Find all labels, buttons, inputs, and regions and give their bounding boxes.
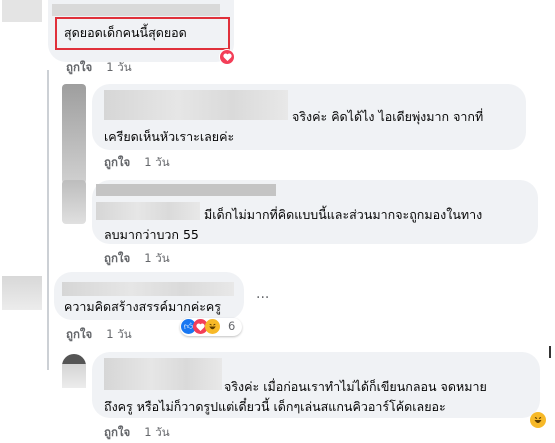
timestamp[interactable]: 1 วัน — [106, 60, 131, 74]
commenter-name[interactable] — [62, 282, 234, 296]
love-reaction-icon[interactable] — [219, 49, 235, 65]
thread-line — [47, 70, 49, 370]
commenter-name-sub — [96, 202, 200, 220]
comment-meta: ถูกใจ 1 วัน — [104, 250, 170, 268]
comment-text: ความคิดสร้างสรรค์มากค่ะครู — [64, 299, 221, 314]
avatar[interactable] — [62, 84, 86, 184]
commenter-name[interactable] — [104, 358, 222, 390]
avatar[interactable] — [2, 276, 42, 310]
avatar[interactable] — [2, 0, 42, 22]
comment-text-line: มีเด็กไม่มากที่คิดแบบนี้และส่วนมากจะถูกม… — [204, 207, 483, 222]
comment-meta: ถูกใจ 1 วัน — [104, 424, 170, 442]
reaction-summary[interactable]: 👍︎ 6 — [180, 318, 242, 336]
avatar-body — [62, 364, 86, 388]
avatar[interactable] — [62, 180, 86, 224]
haha-reaction-icon[interactable] — [530, 412, 546, 428]
more-options-icon[interactable]: ··· — [256, 290, 269, 306]
timestamp[interactable]: 1 วัน — [106, 327, 131, 341]
timestamp[interactable]: 1 วัน — [144, 155, 169, 169]
comment-text-line: ลบมากว่าบวก 55 — [104, 227, 199, 242]
timestamp[interactable]: 1 วัน — [144, 251, 169, 265]
commenter-name[interactable] — [52, 4, 220, 16]
commenter-name[interactable] — [96, 184, 276, 196]
reaction-count: 6 — [228, 319, 236, 333]
comment-meta: ถูกใจ 1 วัน — [66, 326, 132, 344]
scrollbar-mark[interactable] — [549, 346, 551, 358]
like-link[interactable]: ถูกใจ — [66, 60, 92, 74]
like-link[interactable]: ถูกใจ — [104, 425, 130, 439]
comment-text: สุดยอดเด็กคนนี้สุดยอด — [64, 25, 187, 40]
like-link[interactable]: ถูกใจ — [104, 155, 130, 169]
haha-reaction-icon — [205, 319, 220, 334]
commenter-name[interactable] — [104, 90, 288, 120]
comment-meta: ถูกใจ 1 วัน — [104, 154, 170, 172]
comment-text-line: ถึงครู หรือไม่ก็วาดรูปแต่เดี๋ยวนี้ เด็กๆ… — [104, 399, 446, 414]
comment-text-line: จริงค่ะ เมื่อก่อนเราทำไม่ได้ก็เขียนกลอน … — [224, 379, 487, 394]
comment-text-line: เครียดเห็นหัวเราะเลยค่ะ — [104, 129, 235, 144]
like-link[interactable]: ถูกใจ — [66, 327, 92, 341]
timestamp[interactable]: 1 วัน — [144, 425, 169, 439]
comment-meta: ถูกใจ 1 วัน — [66, 59, 132, 77]
like-link[interactable]: ถูกใจ — [104, 251, 130, 265]
comment-text-line: จริงค่ะ คิดได้ไง ไอเดียพุ่งมาก จากที่ — [292, 109, 484, 124]
